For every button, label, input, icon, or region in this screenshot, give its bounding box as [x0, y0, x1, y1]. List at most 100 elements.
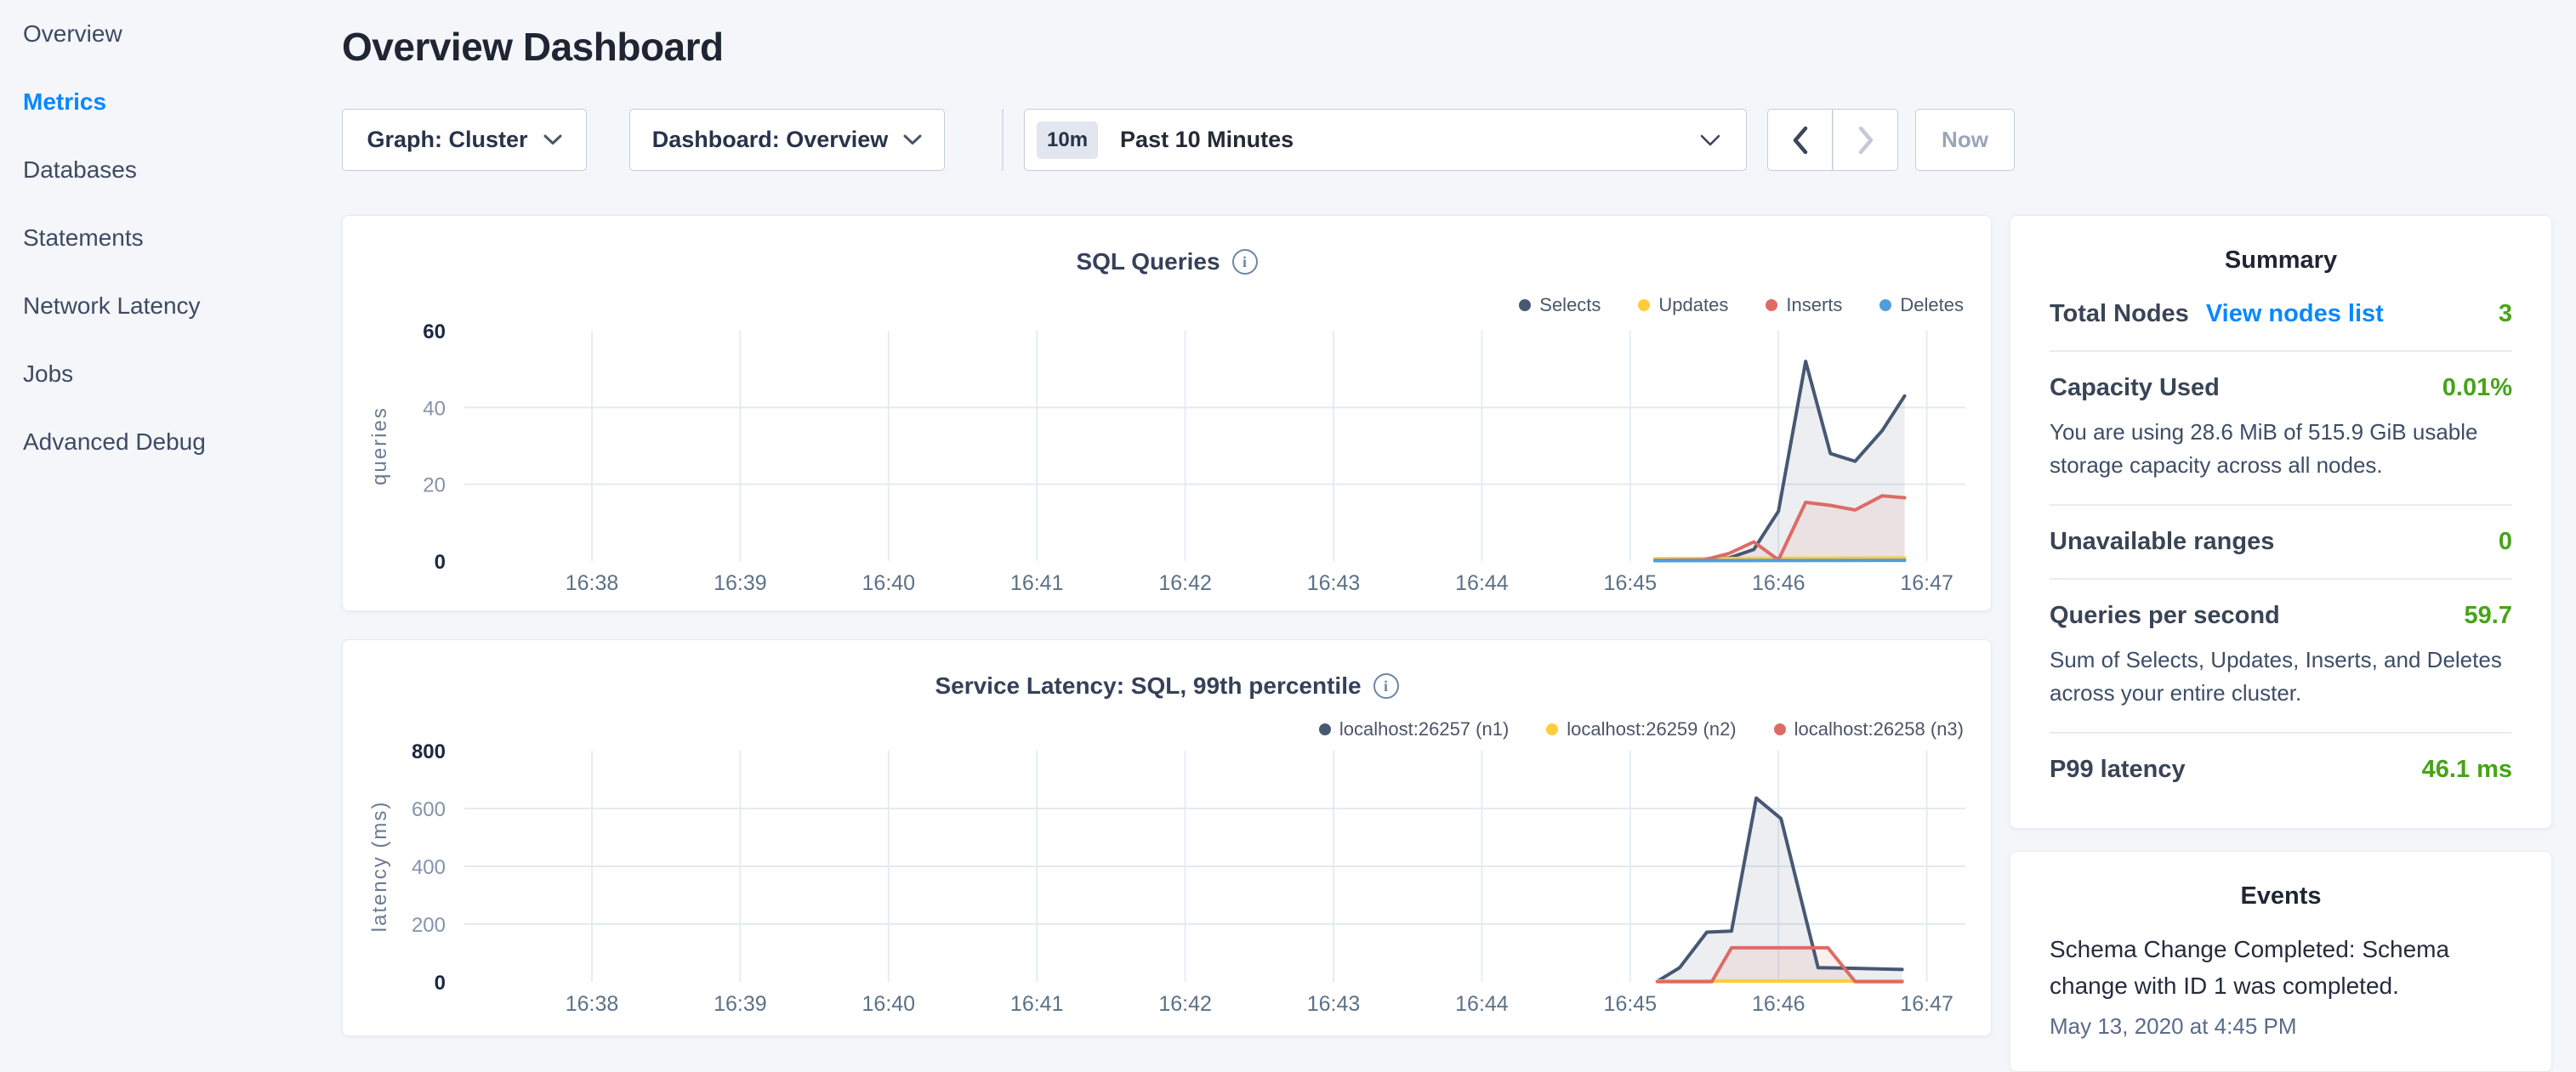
legend-label: localhost:26258 (n3)	[1794, 718, 1964, 740]
time-window-label: Past 10 Minutes	[1120, 127, 1700, 153]
info-icon[interactable]: i	[1232, 249, 1258, 275]
legend-label: localhost:26259 (n2)	[1567, 718, 1736, 740]
sidebar-item-network-latency[interactable]: Network Latency	[0, 272, 342, 340]
legend-label: Updates	[1658, 294, 1728, 316]
chart-legend: Selects Updates Inserts Deletes	[1481, 294, 1964, 316]
svg-text:60: 60	[423, 320, 446, 343]
svg-text:16:46: 16:46	[1752, 571, 1805, 595]
legend-item: Inserts	[1766, 294, 1842, 316]
sidebar-item-overview[interactable]: Overview	[0, 0, 342, 68]
summary-row-label: Unavailable ranges	[2050, 528, 2274, 556]
svg-text:16:45: 16:45	[1604, 992, 1658, 1016]
chart-title: Service Latency: SQL, 99th percentile	[935, 672, 1361, 700]
svg-text:16:38: 16:38	[566, 571, 619, 595]
sidebar-item-statements[interactable]: Statements	[0, 204, 342, 272]
svg-text:16:42: 16:42	[1158, 992, 1212, 1016]
chevron-right-icon	[1857, 126, 1874, 155]
svg-text:16:40: 16:40	[862, 992, 916, 1016]
summary-row-description: Sum of Selects, Updates, Inserts, and De…	[2050, 644, 2512, 710]
svg-text:16:44: 16:44	[1455, 992, 1509, 1016]
time-back-button[interactable]	[1767, 109, 1833, 171]
summary-row-label: Queries per second	[2050, 602, 2280, 630]
summary-row-value: 0.01%	[2442, 374, 2512, 402]
summary-row-value: 3	[2499, 300, 2512, 328]
svg-text:16:39: 16:39	[714, 992, 767, 1016]
legend-label: localhost:26257 (n1)	[1339, 718, 1509, 740]
graph-dropdown[interactable]: Graph: Cluster	[342, 109, 587, 171]
sidebar-item-jobs[interactable]: Jobs	[0, 340, 342, 408]
chevron-down-icon	[543, 134, 562, 145]
legend-item: localhost:26257 (n1)	[1319, 718, 1509, 740]
event-message: Schema Change Completed: Schema change w…	[2050, 931, 2512, 1005]
svg-text:16:47: 16:47	[1900, 992, 1953, 1016]
view-nodes-link[interactable]: View nodes list	[2206, 300, 2384, 328]
legend-label: Deletes	[1900, 294, 1964, 316]
svg-text:400: 400	[412, 856, 446, 879]
summary-row-value: 59.7	[2465, 602, 2512, 630]
summary-row-description: You are using 28.6 MiB of 515.9 GiB usab…	[2050, 416, 2512, 482]
page-title: Overview Dashboard	[342, 24, 724, 70]
time-window-select[interactable]: 10m Past 10 Minutes	[1024, 109, 1747, 171]
legend-item: Deletes	[1879, 294, 1964, 316]
chart-title: SQL Queries	[1076, 248, 1220, 275]
summary-title: Summary	[2010, 247, 2551, 275]
graph-dropdown-label: Graph: Cluster	[367, 127, 527, 153]
svg-text:800: 800	[412, 740, 446, 763]
summary-row-capacity-used: Capacity Used 0.01% You are using 28.6 M…	[2050, 352, 2512, 506]
legend-item: localhost:26259 (n2)	[1546, 718, 1736, 740]
svg-text:16:42: 16:42	[1158, 571, 1212, 595]
time-nav-buttons	[1767, 109, 1898, 171]
sidebar-item-databases[interactable]: Databases	[0, 136, 342, 204]
svg-text:16:41: 16:41	[1010, 571, 1064, 595]
now-button[interactable]: Now	[1915, 109, 2015, 171]
chevron-down-icon	[1700, 134, 1720, 146]
time-window-badge: 10m	[1037, 122, 1098, 159]
legend-label: Inserts	[1786, 294, 1842, 316]
summary-panel: Summary Total Nodes View nodes list 3 Ca…	[2010, 215, 2552, 829]
svg-text:16:45: 16:45	[1604, 571, 1658, 595]
svg-text:16:39: 16:39	[714, 571, 767, 595]
svg-text:600: 600	[412, 798, 446, 821]
dashboard-dropdown[interactable]: Dashboard: Overview	[629, 109, 945, 171]
series-color-dot	[1879, 299, 1891, 311]
svg-text:0: 0	[435, 551, 446, 574]
time-forward-button[interactable]	[1833, 109, 1898, 171]
series-color-dot	[1546, 723, 1558, 735]
events-panel: Events Schema Change Completed: Schema c…	[2010, 851, 2552, 1072]
series-color-dot	[1766, 299, 1777, 311]
svg-text:16:46: 16:46	[1752, 992, 1805, 1016]
summary-row-queries-per-second: Queries per second 59.7 Sum of Selects, …	[2050, 580, 2512, 734]
service-latency-card: Service Latency: SQL, 99th percentile i …	[342, 639, 1992, 1036]
legend-label: Selects	[1539, 294, 1601, 316]
series-color-dot	[1319, 723, 1331, 735]
svg-text:16:40: 16:40	[862, 571, 916, 595]
svg-text:40: 40	[423, 397, 446, 420]
svg-text:16:44: 16:44	[1455, 571, 1509, 595]
summary-row-label: Total Nodes	[2050, 300, 2189, 328]
sidebar-item-advanced-debug[interactable]: Advanced Debug	[0, 408, 342, 476]
legend-item: Updates	[1638, 294, 1728, 316]
svg-text:0: 0	[435, 972, 446, 995]
event-timestamp: May 13, 2020 at 4:45 PM	[2050, 1013, 2512, 1040]
svg-text:16:38: 16:38	[566, 992, 619, 1016]
events-title: Events	[2010, 882, 2551, 910]
sidebar-item-metrics[interactable]: Metrics	[0, 68, 342, 136]
summary-row-label: Capacity Used	[2050, 374, 2220, 402]
svg-text:16:47: 16:47	[1900, 571, 1953, 595]
legend-item: localhost:26258 (n3)	[1774, 718, 1964, 740]
svg-text:16:43: 16:43	[1307, 571, 1361, 595]
summary-row-total-nodes: Total Nodes View nodes list 3	[2050, 278, 2512, 352]
legend-item: Selects	[1519, 294, 1601, 316]
series-color-dot	[1519, 299, 1531, 311]
summary-row-value: 46.1 ms	[2422, 756, 2512, 784]
series-color-dot	[1774, 723, 1786, 735]
svg-text:20: 20	[423, 474, 446, 497]
summary-row-unavailable-ranges: Unavailable ranges 0	[2050, 506, 2512, 580]
sql-queries-card: SQL Queries i Selects Updates Inserts De…	[342, 215, 1992, 611]
svg-text:queries: queries	[368, 406, 391, 485]
svg-text:16:43: 16:43	[1307, 992, 1361, 1016]
summary-row-p99-latency: P99 latency 46.1 ms	[2050, 734, 2512, 806]
dashboard-dropdown-label: Dashboard: Overview	[652, 127, 889, 153]
series-color-dot	[1638, 299, 1650, 311]
info-icon[interactable]: i	[1373, 673, 1399, 699]
